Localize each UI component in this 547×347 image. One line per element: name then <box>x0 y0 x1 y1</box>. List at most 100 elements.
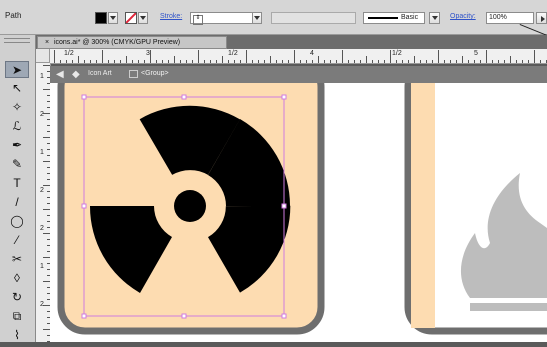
ruler-tick <box>360 60 361 63</box>
flammable-icon[interactable] <box>404 59 547 335</box>
ruler-tick <box>492 60 493 63</box>
ruler-tick <box>462 56 463 63</box>
vertical-ruler[interactable]: 1 2 1 2 2 1 2 <box>36 63 51 342</box>
isolation-group-label[interactable]: <Group> <box>141 70 169 77</box>
ruler-label: 1/2 <box>64 50 74 57</box>
ruler-tick <box>66 60 67 63</box>
ruler-label: 2 <box>40 301 44 308</box>
stroke-weight-field[interactable]: ⇕ <box>190 12 260 25</box>
ruler-tick <box>234 60 235 63</box>
group-icon <box>129 70 138 78</box>
chevron-right-icon <box>541 16 545 22</box>
selection-tool-icon[interactable]: ➤ <box>5 61 29 78</box>
ruler-tick <box>426 60 427 63</box>
layers-icon: ◆ <box>72 69 80 80</box>
brush-dropdown[interactable] <box>429 12 440 24</box>
ruler-tick <box>180 60 181 63</box>
ruler-tick <box>84 60 85 63</box>
pen-tool-icon[interactable]: ✒ <box>5 137 29 154</box>
ruler-origin[interactable] <box>36 49 50 63</box>
opacity-label[interactable]: Opacity: <box>450 13 476 20</box>
ruler-tick <box>60 60 61 63</box>
close-icon[interactable]: × <box>42 37 52 48</box>
chevron-down-icon <box>140 16 146 20</box>
type-tool-icon[interactable]: T <box>5 175 29 192</box>
back-arrow-icon[interactable]: ◀ <box>56 69 64 80</box>
radiation-core <box>174 190 206 222</box>
ruler-tick <box>342 50 343 63</box>
ruler-tick <box>384 60 385 63</box>
isolation-mode-bar: ◀ ◆ Icon Art <Group> <box>50 66 547 83</box>
artboard-canvas[interactable] <box>50 59 547 342</box>
ruler-tick <box>216 60 217 63</box>
ruler-tick <box>162 60 163 63</box>
horizontal-ruler[interactable]: 1/2 3 1/2 4 1/2 5 <box>50 49 547 64</box>
ruler-tick <box>114 60 115 63</box>
direct-selection-tool-icon[interactable]: ↖ <box>5 80 29 97</box>
stepper-icon[interactable]: ⇕ <box>193 15 203 25</box>
ruler-label: 2 <box>40 225 44 232</box>
artwork <box>57 59 547 335</box>
panel-grip[interactable] <box>4 38 30 43</box>
curvature-tool-icon[interactable]: ✎ <box>5 156 29 173</box>
ruler-tick <box>43 209 50 210</box>
ruler-tick <box>222 56 223 63</box>
ruler-label: 1 <box>40 263 44 270</box>
scale-tool-icon[interactable]: ⧉ <box>5 308 29 325</box>
ruler-tick <box>528 60 529 63</box>
fill-dropdown[interactable] <box>108 12 118 24</box>
opacity-field[interactable]: 100% <box>486 12 534 24</box>
ruler-tick <box>522 60 523 63</box>
eraser-tool-icon[interactable]: ◊ <box>5 270 29 287</box>
ruler-tick <box>294 50 295 63</box>
ruler-tick <box>390 50 391 63</box>
ruler-tick <box>480 60 481 63</box>
ruler-tick <box>198 50 199 63</box>
shaper-tool-icon[interactable]: ✂ <box>5 251 29 268</box>
ruler-tick <box>204 60 205 63</box>
ruler-tick <box>120 60 121 63</box>
lasso-tool-icon[interactable]: ℒ <box>5 118 29 135</box>
paintbrush-tool-icon[interactable]: ⁄ <box>5 232 29 249</box>
stroke-weight-dropdown[interactable] <box>252 12 262 24</box>
ruler-tick <box>348 60 349 63</box>
ruler-tick <box>43 161 50 162</box>
ruler-tick <box>366 56 367 63</box>
ruler-label: 2 <box>40 111 44 118</box>
stroke-label[interactable]: Stroke: <box>160 13 182 20</box>
line-tool-icon[interactable]: / <box>5 194 29 211</box>
ruler-tick <box>258 60 259 63</box>
ruler-tick <box>486 50 487 63</box>
ruler-tick <box>43 233 50 234</box>
ruler-tick <box>468 60 469 63</box>
ruler-label: 5 <box>474 50 478 57</box>
ruler-tick <box>138 60 139 63</box>
ruler-label: 1/2 <box>392 50 402 57</box>
ruler-tick <box>408 60 409 63</box>
chevron-down-icon <box>432 16 438 20</box>
ruler-tick <box>420 60 421 63</box>
ruler-tick <box>414 56 415 63</box>
ruler-tick <box>156 60 157 63</box>
ruler-tick <box>330 60 331 63</box>
document-tab[interactable]: × icons.ai* @ 300% (CMYK/GPU Preview) <box>37 36 227 49</box>
ruler-tick <box>132 60 133 63</box>
radiation-icon[interactable] <box>57 59 325 335</box>
icon-frame-right-fill <box>411 63 435 328</box>
ruler-tick <box>54 50 55 63</box>
fill-swatch[interactable] <box>95 12 107 24</box>
ruler-tick <box>192 60 193 63</box>
ruler-label: 1/2 <box>228 50 238 57</box>
variable-width-profile-field[interactable] <box>271 12 356 24</box>
opacity-dropdown[interactable] <box>536 12 547 24</box>
ellipse-tool-icon[interactable]: ◯ <box>5 213 29 230</box>
stroke-dropdown[interactable] <box>138 12 148 24</box>
stroke-swatch[interactable] <box>125 12 137 24</box>
rotate-tool-icon[interactable]: ↻ <box>5 289 29 306</box>
brush-definition-field[interactable]: Basic <box>363 12 425 24</box>
chevron-down-icon <box>110 16 116 20</box>
isolation-layer-name[interactable]: Icon Art <box>88 70 112 77</box>
warp-tool-icon[interactable]: ⌇ <box>5 327 29 344</box>
magic-wand-tool-icon[interactable]: ✧ <box>5 99 29 116</box>
ruler-tick <box>43 65 50 66</box>
